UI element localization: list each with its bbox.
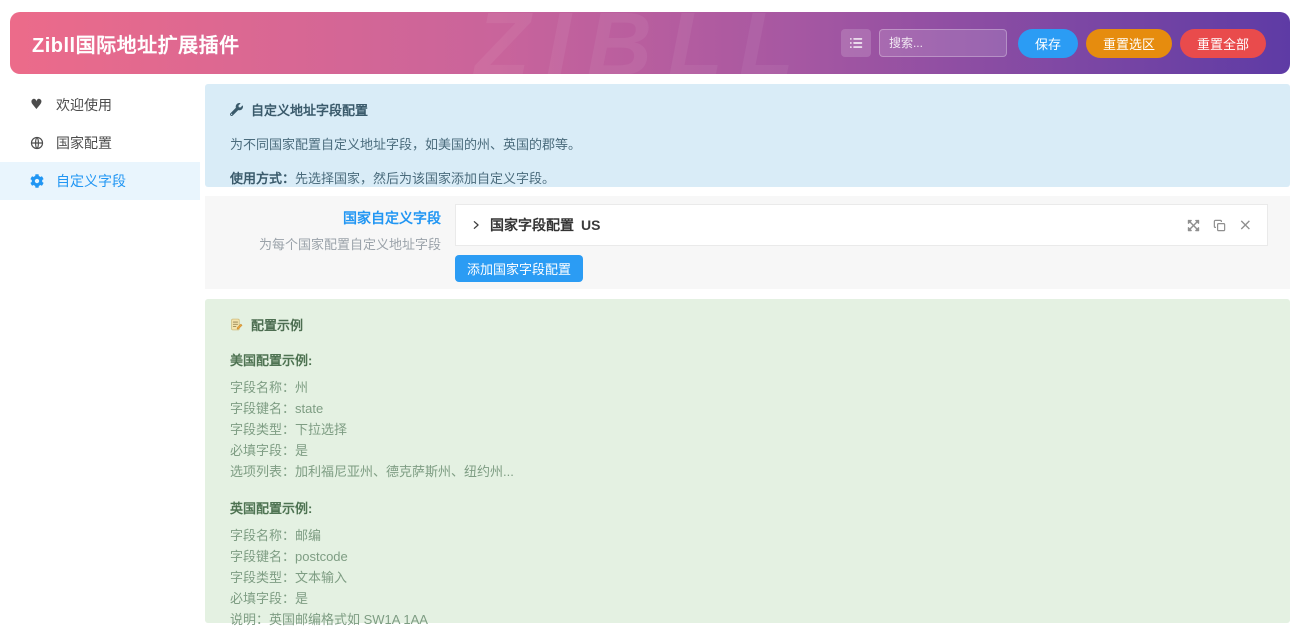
- sidebar-item-country-config[interactable]: 国家配置: [0, 124, 200, 162]
- example-row: 必填字段：是: [230, 440, 1265, 461]
- example-row: 字段类型：下拉选择: [230, 419, 1265, 440]
- example-row: 必填字段：是: [230, 588, 1265, 609]
- save-button[interactable]: 保存: [1018, 29, 1078, 58]
- chevron-right-icon: [471, 220, 481, 230]
- sidebar-item-label: 自定义字段: [56, 171, 126, 191]
- header-watermark: ZIBLL: [475, 12, 810, 74]
- header-controls: 保存 重置选区 重置全部: [841, 29, 1266, 58]
- page-title: Zibll国际地址扩展插件: [32, 29, 240, 58]
- panel-country-code: US: [581, 217, 600, 233]
- memo-icon: [230, 318, 243, 331]
- uk-example-heading: 英国配置示例:: [230, 498, 1265, 517]
- example-row: 说明：英国邮编格式如 SW1A 1AA: [230, 609, 1265, 630]
- info-box-line1: 为不同国家配置自定义地址字段，如美国的州、英国的郡等。: [230, 134, 1265, 153]
- panel-title: 国家字段配置: [490, 215, 574, 235]
- example-row: 字段名称：邮编: [230, 525, 1265, 546]
- example-row: 字段名称：州: [230, 377, 1265, 398]
- gear-icon: [28, 174, 45, 188]
- copy-icon[interactable]: [1213, 219, 1226, 232]
- sidebar-item-welcome[interactable]: ♥ 欢迎使用: [0, 86, 200, 124]
- examples-title: 配置示例: [230, 315, 1265, 334]
- us-example-heading: 美国配置示例:: [230, 350, 1265, 369]
- uk-example-rows: 字段名称：邮编 字段键名：postcode 字段类型：文本输入 必填字段：是 说…: [230, 525, 1265, 630]
- sidebar-item-label: 欢迎使用: [56, 95, 112, 115]
- config-examples-box: 配置示例 美国配置示例: 字段名称：州 字段键名：state 字段类型：下拉选择…: [205, 299, 1290, 623]
- reset-all-button[interactable]: 重置全部: [1180, 29, 1266, 58]
- example-row: 字段键名：state: [230, 398, 1265, 419]
- list-icon-button[interactable]: [841, 29, 871, 57]
- globe-icon: [28, 136, 45, 150]
- example-row: 字段类型：文本输入: [230, 567, 1265, 588]
- reset-selection-button[interactable]: 重置选区: [1086, 29, 1172, 58]
- info-box: 自定义地址字段配置 为不同国家配置自定义地址字段，如美国的州、英国的郡等。 使用…: [205, 84, 1290, 187]
- sidebar: ♥ 欢迎使用 国家配置 自定义字段: [0, 86, 200, 200]
- search-input[interactable]: [879, 29, 1007, 57]
- field-label-desc: 为每个国家配置自定义地址字段: [205, 234, 441, 253]
- panel-actions: ×: [1187, 217, 1252, 233]
- list-icon: [849, 36, 863, 50]
- close-icon[interactable]: ×: [1239, 217, 1252, 233]
- field-label-title: 国家自定义字段: [205, 208, 441, 228]
- add-country-config-button[interactable]: 添加国家字段配置: [455, 255, 583, 282]
- example-row: 选项列表：加利福尼亚州、德克萨斯州、纽约州...: [230, 461, 1265, 482]
- country-field-config-panel[interactable]: 国家字段配置 US ×: [455, 204, 1268, 246]
- usage-label: 使用方式：: [230, 171, 295, 186]
- country-fields-section: 国家自定义字段 为每个国家配置自定义地址字段 国家字段配置 US ×: [205, 196, 1290, 289]
- wrench-icon: [230, 103, 243, 116]
- info-box-title: 自定义地址字段配置: [230, 100, 1265, 119]
- sidebar-item-custom-fields[interactable]: 自定义字段: [0, 162, 200, 200]
- heart-icon: ♥: [28, 98, 45, 112]
- us-example-rows: 字段名称：州 字段键名：state 字段类型：下拉选择 必填字段：是 选项列表：…: [230, 377, 1265, 482]
- info-box-line2: 使用方式：先选择国家，然后为该国家添加自定义字段。: [230, 168, 1265, 187]
- sidebar-item-label: 国家配置: [56, 133, 112, 153]
- field-label-column: 国家自定义字段 为每个国家配置自定义地址字段: [205, 208, 441, 253]
- example-row: 字段键名：postcode: [230, 546, 1265, 567]
- expand-icon[interactable]: [1187, 219, 1200, 232]
- plugin-header: ZIBLL Zibll国际地址扩展插件 保存 重置选区 重置全部: [10, 12, 1290, 74]
